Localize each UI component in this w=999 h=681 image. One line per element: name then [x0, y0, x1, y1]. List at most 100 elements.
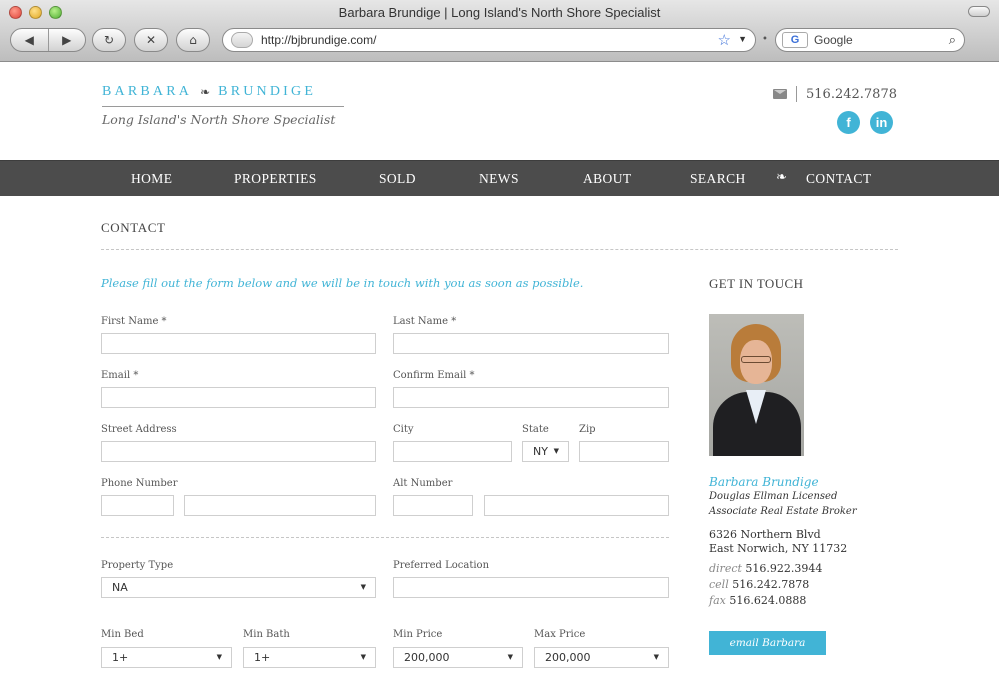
sidebar-title: GET IN TOUCH	[709, 276, 804, 291]
confirm-email-label: Confirm Email *	[393, 370, 475, 381]
window-title: Barbara Brundige | Long Island's North S…	[338, 5, 661, 20]
last-name-field[interactable]	[393, 333, 669, 354]
stop-icon[interactable]: ✕	[134, 28, 168, 52]
bird-icon: ❧	[776, 170, 787, 185]
cell-label: cell	[709, 578, 729, 591]
address-line-2: East Norwich, NY 11732	[709, 542, 848, 555]
search-placeholder: Google	[814, 33, 853, 47]
divider	[796, 86, 798, 102]
logo-last-name: BRUNDIGE	[218, 84, 317, 99]
alt-area-field[interactable]	[393, 495, 473, 516]
nav-search[interactable]: SEARCH	[690, 171, 746, 187]
logo-divider	[102, 106, 344, 107]
chevron-down-icon[interactable]: ▼	[738, 34, 747, 44]
bird-icon: ❧	[200, 84, 211, 99]
phone-area-field[interactable]	[101, 495, 174, 516]
social-links: f in	[837, 111, 893, 134]
confirm-email-field[interactable]	[393, 387, 669, 408]
divider	[101, 537, 669, 538]
main-nav: HOME PROPERTIES SOLD NEWS ABOUT SEARCH ❧…	[0, 160, 999, 196]
email-field[interactable]	[101, 387, 376, 408]
form-intro: Please fill out the form below and we wi…	[101, 276, 584, 290]
nav-properties[interactable]: PROPERTIES	[234, 171, 317, 187]
toolbar-toggle-button[interactable]	[968, 6, 990, 17]
street-address-label: Street Address	[101, 424, 177, 435]
logo-tagline: Long Island's North Shore Specialist	[102, 112, 336, 127]
min-bath-value: 1+	[254, 651, 271, 664]
min-bed-select[interactable]: 1+ ▼	[101, 647, 232, 668]
first-name-field[interactable]	[101, 333, 376, 354]
min-price-select[interactable]: 200,000 ▼	[393, 647, 523, 668]
back-forward-group: ◀ ▶	[10, 28, 86, 52]
direct-number: 516.922.3944	[745, 562, 823, 575]
alt-number-field[interactable]	[484, 495, 669, 516]
nav-sold[interactable]: SOLD	[379, 171, 416, 187]
address-bar[interactable]: http://bjbrundige.com/ ☆ ▼	[222, 28, 756, 52]
divider	[101, 249, 898, 250]
search-icon[interactable]: ⌕	[949, 32, 956, 48]
site-logo[interactable]: BARBARA ❧ BRUNDIGE Long Island's North S…	[102, 84, 346, 127]
min-bath-label: Min Bath	[243, 629, 290, 640]
nav-home[interactable]: HOME	[131, 171, 172, 187]
logo-first-name: BARBARA	[102, 84, 193, 99]
photo-glasses	[741, 356, 771, 363]
max-price-select[interactable]: 200,000 ▼	[534, 647, 669, 668]
state-value: NY	[533, 445, 548, 458]
min-bed-value: 1+	[112, 651, 129, 664]
street-address-field[interactable]	[101, 441, 376, 462]
fax-phone: fax 516.624.0888	[709, 594, 806, 607]
chevron-down-icon: ▼	[360, 653, 366, 661]
max-price-label: Max Price	[534, 629, 586, 640]
chevron-down-icon: ▼	[653, 653, 659, 661]
property-type-label: Property Type	[101, 560, 174, 571]
divider: •	[762, 34, 768, 45]
preferred-location-label: Preferred Location	[393, 560, 490, 571]
url-text: http://bjbrundige.com/	[261, 33, 377, 47]
email-label: Email *	[101, 370, 139, 381]
agent-credential-2: Associate Real Estate Broker	[709, 506, 857, 517]
property-type-select[interactable]: NA ▼	[101, 577, 376, 598]
phone-number-field[interactable]	[184, 495, 376, 516]
min-price-label: Min Price	[393, 629, 443, 640]
property-type-value: NA	[112, 581, 128, 594]
email-agent-button[interactable]: email Barbara	[709, 631, 826, 655]
facebook-icon[interactable]: f	[837, 111, 860, 134]
max-price-value: 200,000	[545, 651, 591, 664]
bookmark-star-icon[interactable]: ☆	[718, 31, 731, 49]
city-label: City	[393, 424, 414, 435]
preferred-location-field[interactable]	[393, 577, 669, 598]
browser-toolbar: ◀ ▶ ↻ ✕ ⌂ http://bjbrundige.com/ ☆ ▼ • G…	[0, 28, 999, 56]
min-price-value: 200,000	[404, 651, 450, 664]
header-contact: 516.242.7878	[773, 86, 897, 102]
state-select[interactable]: NY ▼	[522, 441, 569, 462]
city-field[interactable]	[393, 441, 512, 462]
chevron-down-icon: ▼	[553, 447, 559, 455]
chevron-down-icon: ▼	[507, 653, 513, 661]
last-name-label: Last Name *	[393, 316, 457, 327]
zip-field[interactable]	[579, 441, 669, 462]
search-input[interactable]: G Google ⌕	[775, 28, 965, 52]
forward-arrow-icon[interactable]: ▶	[49, 33, 86, 47]
reload-icon[interactable]: ↻	[92, 28, 126, 52]
nav-about[interactable]: ABOUT	[583, 171, 632, 187]
back-arrow-icon[interactable]: ◀	[11, 33, 48, 47]
agent-credential-1: Douglas Ellman Licensed	[709, 491, 838, 502]
home-icon[interactable]: ⌂	[176, 28, 210, 52]
nav-news[interactable]: NEWS	[479, 171, 519, 187]
google-engine-icon[interactable]: G	[782, 32, 808, 48]
site-identity-icon[interactable]	[231, 32, 253, 48]
cell-number: 516.242.7878	[732, 578, 810, 591]
mail-icon[interactable]	[773, 89, 788, 99]
first-name-label: First Name *	[101, 316, 167, 327]
state-label: State	[522, 424, 549, 435]
chevron-down-icon: ▼	[360, 583, 366, 591]
alt-number-label: Alt Number	[393, 478, 453, 489]
zip-label: Zip	[579, 424, 596, 435]
header-phone: 516.242.7878	[806, 86, 897, 102]
nav-contact[interactable]: CONTACT	[806, 171, 871, 187]
direct-label: direct	[709, 562, 742, 575]
page-title: CONTACT	[101, 220, 166, 235]
linkedin-icon[interactable]: in	[870, 111, 893, 134]
fax-number: 516.624.0888	[729, 594, 807, 607]
min-bath-select[interactable]: 1+ ▼	[243, 647, 376, 668]
